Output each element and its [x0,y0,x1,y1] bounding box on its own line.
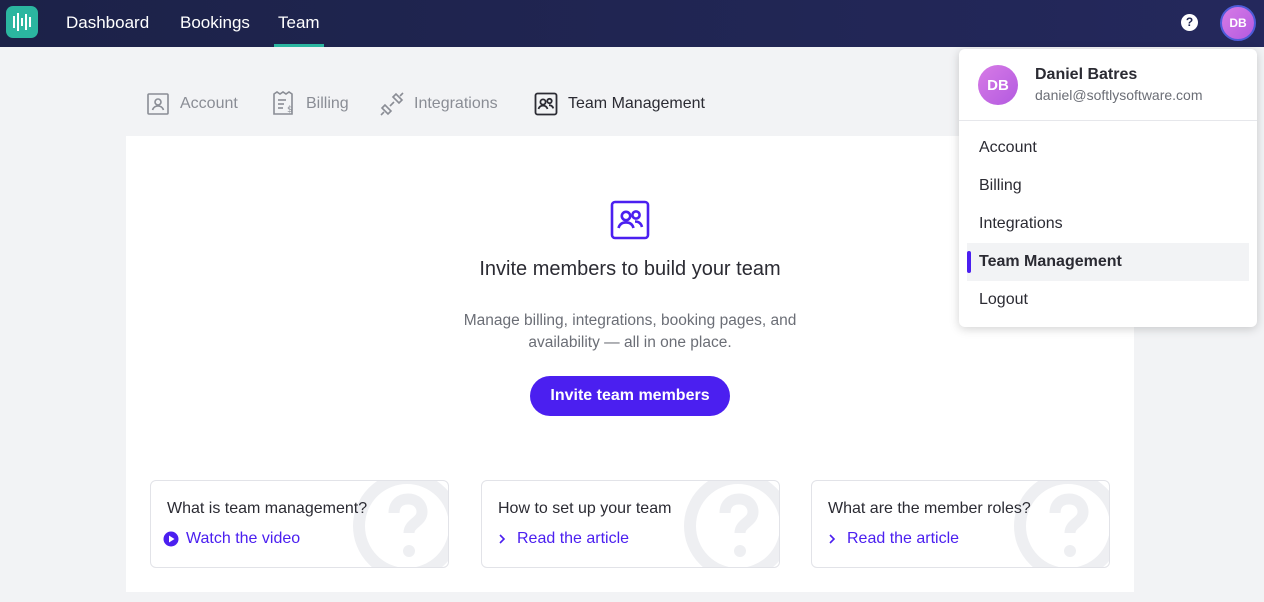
tab-integrations[interactable]: Integrations [380,90,498,118]
chevron-right-icon [829,534,836,544]
tab-billing-label: Billing [306,95,349,112]
help-card-link-label: Read the article [847,530,960,547]
tab-billing[interactable]: $ Billing [272,90,349,118]
integrations-icon [380,92,404,116]
account-icon [147,93,169,115]
tab-team-management[interactable]: Team Management [534,90,705,118]
question-watermark-icon [684,481,779,567]
read-article-link[interactable]: Read the article [824,530,959,548]
question-watermark-icon [353,481,448,567]
nav-team[interactable]: Team [274,0,324,47]
help-card-setup: How to set up your team Read the article [481,480,780,568]
tab-team-management-label: Team Management [568,95,705,112]
billing-icon: $ [273,91,293,115]
help-card-link-label: Read the article [517,530,630,547]
read-article-link[interactable]: Read the article [494,530,629,548]
question-watermark-icon [1014,481,1109,567]
help-card-question: What is team management? [167,500,368,517]
user-avatar-button[interactable]: DB [1220,5,1256,41]
nav-bookings[interactable]: Bookings [180,0,250,47]
avatar: DB [978,65,1018,105]
menu-item-account[interactable]: Account [967,129,1249,167]
help-card-question: How to set up your team [498,500,672,517]
page-description: Manage billing, integrations, booking pa… [463,312,797,351]
help-card-link-label: Watch the video [186,530,301,547]
app-logo-icon[interactable] [6,6,38,38]
tab-integrations-label: Integrations [414,95,498,112]
play-icon [163,531,179,547]
menu-item-integrations[interactable]: Integrations [967,205,1249,243]
user-email: daniel@softlysoftware.com [1035,87,1203,103]
user-name: Daniel Batres [1035,66,1138,83]
user-dropdown-menu: DB Daniel Batres daniel@softlysoftware.c… [959,49,1257,327]
help-card-question: What are the member roles? [828,500,1031,517]
team-management-icon [610,200,650,240]
team-icon [534,92,558,116]
menu-item-billing[interactable]: Billing [967,167,1249,205]
svg-text:$: $ [287,105,293,115]
help-card-roles: What are the member roles? Read the arti… [811,480,1110,568]
top-navbar: Dashboard Bookings Team ? DB [0,0,1264,47]
tab-account-label: Account [180,95,238,112]
watch-video-link[interactable]: Watch the video [163,530,300,548]
menu-item-team-management[interactable]: Team Management [967,243,1249,281]
tab-account[interactable]: Account [146,90,238,118]
menu-item-logout[interactable]: Logout [967,281,1249,319]
help-card-team-management: What is team management? Watch the video [150,480,449,568]
divider [959,120,1257,121]
invite-team-members-button[interactable]: Invite team members [530,376,730,416]
help-icon[interactable]: ? [1181,14,1198,31]
nav-dashboard[interactable]: Dashboard [66,0,149,47]
chevron-right-icon [499,534,506,544]
